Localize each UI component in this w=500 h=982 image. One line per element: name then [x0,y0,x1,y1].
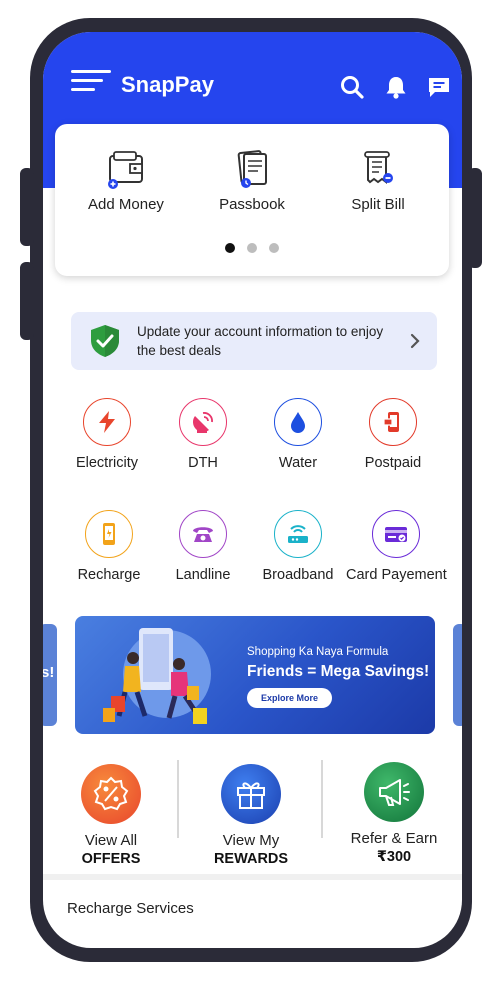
quick-actions-card: Add Money Passbook Split Bill [55,124,449,276]
service-recharge[interactable]: Recharge [59,510,159,583]
mobile-icon [103,523,115,545]
app-title: SnapPay [121,72,214,97]
service-postpaid-label: Postpaid [364,455,422,471]
promo-subtitle: Shopping Ka Naya Formula [247,646,389,658]
chevron-right-icon[interactable] [409,333,421,349]
view-all-offers[interactable]: View All OFFERS [51,764,171,867]
passbook-icon [237,150,267,188]
carousel-dot-1[interactable] [225,243,235,253]
service-dth-label: DTH [188,455,218,471]
refer-amount-label: ₹300 [376,849,412,865]
percent-badge-icon [93,776,129,811]
service-water-label: Water [278,455,318,471]
satellite-dish-icon [193,412,213,433]
service-recharge-label: Recharge [77,567,141,583]
refer-and-earn[interactable]: Refer & Earn ₹300 [334,762,454,865]
rewards-label: REWARDS [213,851,289,867]
split-bill-icon [364,151,393,184]
service-electricity[interactable]: Electricity [57,398,157,471]
bolt-icon [99,411,115,433]
add-money-label: Add Money [88,196,164,213]
add-money-button[interactable]: Add Money [71,150,181,213]
search-icon[interactable] [339,74,365,100]
carousel-dots [55,240,449,258]
carousel-dot-3[interactable] [269,243,279,253]
offers-label: OFFERS [81,851,141,867]
recharge-services-title: Recharge Services [67,900,194,917]
landline-icon [193,527,213,542]
gift-icon [237,782,265,809]
megaphone-icon [379,779,410,806]
bell-icon[interactable] [383,74,409,100]
update-account-banner[interactable]: Update your account information to enjoy… [71,312,437,370]
split-bill-label: Split Bill [351,196,405,213]
promo-banner[interactable]: Shopping Ka Naya Formula Friends = Mega … [75,616,435,734]
view-all-label: View All [84,832,138,849]
service-landline[interactable]: Landline [153,510,253,583]
service-card-payment[interactable]: Card Payement [346,510,447,583]
refer-earn-label: Refer & Earn [350,830,438,847]
view-my-label: View My [222,832,280,849]
side-button-left-top [20,168,34,246]
router-icon [288,525,308,543]
promo-banner-prev-peek[interactable]: s! [43,624,57,726]
service-water[interactable]: Water [248,398,348,471]
service-card-payment-label: Card Payement [346,567,447,583]
split-bill-button[interactable]: Split Bill [323,150,433,213]
service-broadband-label: Broadband [262,567,334,583]
promo-title: Friends = Mega Savings! [247,663,430,680]
service-landline-label: Landline [175,567,231,583]
update-account-text: Update your account information to enjoy… [137,324,384,358]
section-divider [43,874,462,880]
offer-divider-2 [321,760,323,838]
shopping-illustration [103,628,211,724]
view-my-rewards[interactable]: View My REWARDS [191,764,311,867]
service-broadband[interactable]: Broadband [248,510,348,583]
service-postpaid[interactable]: Postpaid [343,398,443,471]
passbook-button[interactable]: Passbook [197,150,307,213]
explore-more-button[interactable]: Explore More [247,688,333,708]
promo-banner-next-peek[interactable] [453,624,462,726]
promo-prev-text: s! [43,664,55,681]
side-button-right [468,168,482,268]
service-electricity-label: Electricity [75,455,139,471]
app-screen: SnapPay Add Money Passbook Split Bill Up… [43,32,462,948]
chat-icon[interactable] [426,74,452,100]
passbook-label: Passbook [219,196,285,213]
side-button-left-bottom [20,262,34,340]
card-icon [385,527,407,542]
offer-divider-1 [177,760,179,838]
menu-icon[interactable] [71,70,111,94]
wallet-icon [108,151,143,189]
service-dth[interactable]: DTH [153,398,253,471]
carousel-dot-2[interactable] [247,243,257,253]
postpaid-phone-icon [383,412,399,432]
shield-check-icon [91,325,119,357]
water-drop-icon [291,412,305,433]
